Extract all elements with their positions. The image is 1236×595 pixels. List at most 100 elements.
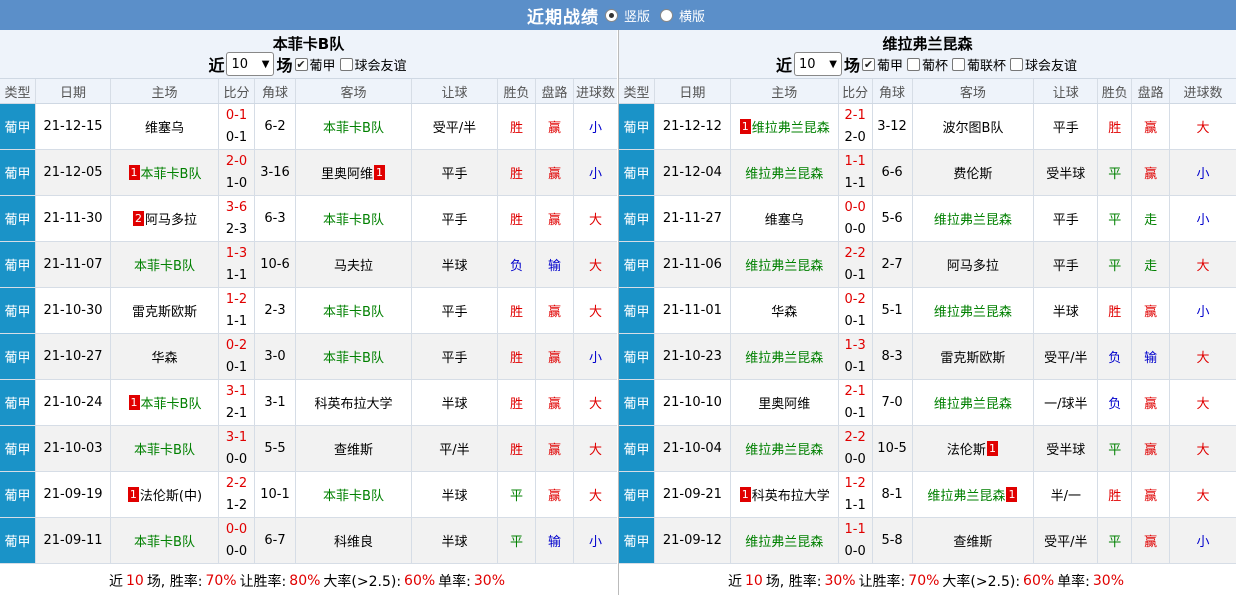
team-link[interactable]: 阿马多拉: [947, 255, 999, 274]
score-cell[interactable]: 2-2 1-2: [219, 472, 255, 517]
league-cell[interactable]: 葡甲: [0, 242, 36, 287]
score-cell[interactable]: 1-2 1-1: [219, 288, 255, 333]
league-cell[interactable]: 葡甲: [0, 334, 36, 379]
home-team-cell[interactable]: 1 法伦斯(中): [111, 472, 219, 517]
score-cell[interactable]: 2-1 0-1: [839, 380, 873, 425]
home-team-cell[interactable]: 维拉弗兰昆森: [731, 242, 839, 287]
score-cell[interactable]: 2-0 1-0: [219, 150, 255, 195]
away-team-cell[interactable]: 本菲卡B队: [296, 104, 412, 149]
team-link[interactable]: 维拉弗兰昆森: [934, 301, 1012, 320]
score-cell[interactable]: 1-3 0-1: [839, 334, 873, 379]
league-cell[interactable]: 葡甲: [0, 196, 36, 241]
away-team-cell[interactable]: 科英布拉大学: [296, 380, 412, 425]
away-team-cell[interactable]: 本菲卡B队: [296, 288, 412, 333]
filter-checkbox[interactable]: [1010, 57, 1024, 71]
home-team-cell[interactable]: 本菲卡B队: [111, 242, 219, 287]
home-team-cell[interactable]: 1 维拉弗兰昆森: [731, 104, 839, 149]
away-team-cell[interactable]: 本菲卡B队: [296, 472, 412, 517]
filter-checkbox[interactable]: ✔: [861, 57, 875, 71]
league-cell[interactable]: 葡甲: [619, 380, 655, 425]
home-team-cell[interactable]: 维拉弗兰昆森: [731, 426, 839, 471]
away-team-cell[interactable]: 马夫拉: [296, 242, 412, 287]
league-cell[interactable]: 葡甲: [619, 104, 655, 149]
filter-checkbox[interactable]: ✔: [294, 57, 308, 71]
team-link[interactable]: 维拉弗兰昆森: [745, 347, 823, 366]
team-link[interactable]: 科维良: [334, 531, 373, 550]
score-cell[interactable]: 2-1 2-0: [839, 104, 873, 149]
team-link[interactable]: 科英布拉大学: [314, 393, 392, 412]
team-link[interactable]: 里奥阿维: [758, 393, 810, 412]
league-cell[interactable]: 葡甲: [619, 196, 655, 241]
score-cell[interactable]: 0-1 0-1: [219, 104, 255, 149]
home-team-cell[interactable]: 本菲卡B队: [111, 518, 219, 563]
away-team-cell[interactable]: 查维斯: [913, 518, 1035, 563]
away-team-cell[interactable]: 雷克斯欧斯: [913, 334, 1035, 379]
away-team-cell[interactable]: 法伦斯 1: [913, 426, 1035, 471]
score-cell[interactable]: 3-6 2-3: [219, 196, 255, 241]
league-cell[interactable]: 葡甲: [0, 104, 36, 149]
away-team-cell[interactable]: 科维良: [296, 518, 412, 563]
team-link[interactable]: 维拉弗兰昆森: [934, 209, 1012, 228]
score-cell[interactable]: 1-2 1-1: [839, 472, 873, 517]
team-link[interactable]: 查维斯: [334, 439, 373, 458]
team-link[interactable]: 里奥阿维: [321, 163, 373, 182]
away-team-cell[interactable]: 维拉弗兰昆森 1: [913, 472, 1035, 517]
league-cell[interactable]: 葡甲: [619, 288, 655, 333]
team-link[interactable]: 本菲卡B队: [323, 301, 384, 320]
away-team-cell[interactable]: 维拉弗兰昆森: [913, 380, 1035, 425]
team-link[interactable]: 维拉弗兰昆森: [745, 163, 823, 182]
home-team-cell[interactable]: 1 本菲卡B队: [111, 380, 219, 425]
score-cell[interactable]: 1-1 1-1: [839, 150, 873, 195]
team-link[interactable]: 本菲卡B队: [141, 163, 202, 182]
home-team-cell[interactable]: 维拉弗兰昆森: [731, 150, 839, 195]
match-count-select[interactable]: 10 ▼: [226, 52, 275, 76]
league-cell[interactable]: 葡甲: [0, 472, 36, 517]
score-cell[interactable]: 0-0 0-0: [839, 196, 873, 241]
home-team-cell[interactable]: 华森: [111, 334, 219, 379]
team-link[interactable]: 阿马多拉: [145, 209, 197, 228]
away-team-cell[interactable]: 里奥阿维 1: [296, 150, 412, 195]
score-cell[interactable]: 2-2 0-0: [839, 426, 873, 471]
team-link[interactable]: 华森: [771, 301, 797, 320]
league-cell[interactable]: 葡甲: [0, 518, 36, 563]
home-team-cell[interactable]: 维塞乌: [111, 104, 219, 149]
score-cell[interactable]: 3-1 0-0: [219, 426, 255, 471]
league-cell[interactable]: 葡甲: [619, 242, 655, 287]
league-cell[interactable]: 葡甲: [0, 288, 36, 333]
away-team-cell[interactable]: 本菲卡B队: [296, 334, 412, 379]
league-cell[interactable]: 葡甲: [0, 426, 36, 471]
home-team-cell[interactable]: 雷克斯欧斯: [111, 288, 219, 333]
filter-checkbox[interactable]: [907, 57, 920, 71]
match-count-select[interactable]: 10 ▼: [793, 52, 842, 76]
league-cell[interactable]: 葡甲: [0, 150, 36, 195]
team-link[interactable]: 维拉弗兰昆森: [752, 117, 830, 136]
layout-radio-vertical[interactable]: [604, 8, 618, 22]
score-cell[interactable]: 0-2 0-1: [219, 334, 255, 379]
team-link[interactable]: 雷克斯欧斯: [132, 301, 197, 320]
league-cell[interactable]: 葡甲: [0, 380, 36, 425]
team-link[interactable]: 华森: [151, 347, 177, 366]
home-team-cell[interactable]: 1 科英布拉大学: [731, 472, 839, 517]
team-link[interactable]: 法伦斯(中): [140, 485, 202, 504]
team-link[interactable]: 维拉弗兰昆森: [934, 393, 1012, 412]
team-link[interactable]: 本菲卡B队: [323, 117, 384, 136]
league-cell[interactable]: 葡甲: [619, 426, 655, 471]
team-link[interactable]: 本菲卡B队: [323, 347, 384, 366]
filter-checkbox[interactable]: [339, 57, 353, 71]
team-link[interactable]: 维拉弗兰昆森: [745, 439, 823, 458]
score-cell[interactable]: 1-3 1-1: [219, 242, 255, 287]
team-link[interactable]: 费伦斯: [953, 163, 992, 182]
away-team-cell[interactable]: 本菲卡B队: [296, 196, 412, 241]
away-team-cell[interactable]: 维拉弗兰昆森: [913, 288, 1035, 333]
home-team-cell[interactable]: 本菲卡B队: [111, 426, 219, 471]
team-link[interactable]: 法伦斯: [947, 439, 986, 458]
team-link[interactable]: 本菲卡B队: [323, 209, 384, 228]
away-team-cell[interactable]: 波尔图B队: [913, 104, 1035, 149]
home-team-cell[interactable]: 维拉弗兰昆森: [731, 518, 839, 563]
score-cell[interactable]: 3-1 2-1: [219, 380, 255, 425]
team-link[interactable]: 马夫拉: [334, 255, 373, 274]
team-link[interactable]: 维塞乌: [145, 117, 184, 136]
layout-radio-horizontal[interactable]: [660, 8, 673, 22]
league-cell[interactable]: 葡甲: [619, 518, 655, 563]
away-team-cell[interactable]: 查维斯: [296, 426, 412, 471]
